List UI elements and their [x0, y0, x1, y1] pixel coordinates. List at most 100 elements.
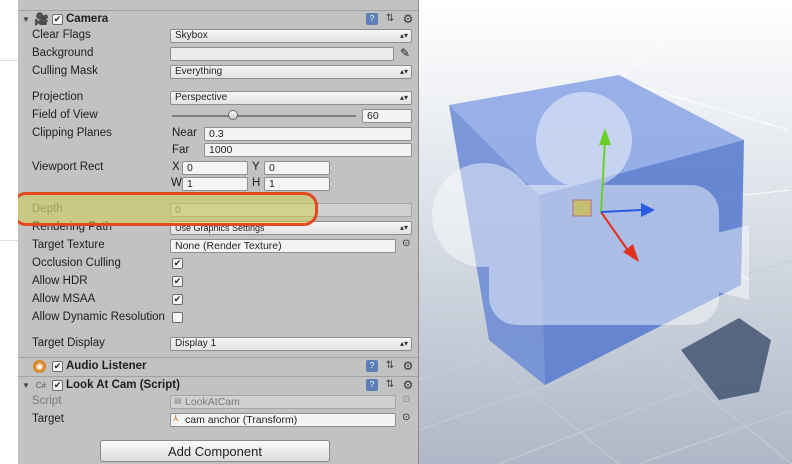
target-display-label: Target Display — [32, 337, 105, 349]
object-picker-icon[interactable]: ⊙ — [402, 238, 410, 249]
script-row: Script LookAtCam ▤ ⊙ — [18, 393, 418, 411]
fov-slider-track[interactable] — [172, 115, 356, 117]
target-texture-label: Target Texture — [32, 239, 105, 251]
dropdown-arrow-icon: ▴▾ — [399, 93, 408, 102]
projection-dropdown[interactable]: Perspective ▴▾ — [170, 91, 412, 105]
target-value: cam anchor (Transform) — [185, 414, 298, 426]
occlusion-culling-checkbox[interactable] — [172, 258, 183, 269]
fov-value-field[interactable]: 60 — [362, 109, 412, 123]
viewport-x-field[interactable]: 0 — [182, 161, 248, 175]
gear-icon[interactable]: ⚙ — [402, 360, 414, 372]
audio-listener-icon: ◉ — [33, 360, 46, 373]
viewport-x-label: X — [172, 161, 180, 173]
target-display-value: Display 1 — [175, 338, 217, 349]
scene-view[interactable] — [419, 0, 792, 464]
dropdown-arrow-icon: ▴▾ — [399, 31, 408, 40]
viewport-w-field[interactable]: 1 — [182, 177, 248, 191]
allow-hdr-label: Allow HDR — [32, 275, 88, 287]
eyedropper-icon[interactable]: ✎ — [400, 46, 410, 60]
reference-book-icon[interactable]: ? — [366, 360, 378, 372]
clear-flags-label: Clear Flags — [32, 29, 91, 41]
viewport-h-field[interactable]: 1 — [264, 177, 330, 191]
look-at-cam-title: Look At Cam (Script) — [66, 379, 180, 391]
rendering-path-value: Use Graphics Settings — [175, 223, 265, 233]
allow-msaa-checkbox[interactable] — [172, 294, 183, 305]
reference-book-icon[interactable]: ? — [366, 379, 378, 391]
far-clip-field[interactable]: 1000 — [204, 143, 412, 157]
gear-icon[interactable]: ⚙ — [402, 379, 414, 391]
occlusion-culling-row: Occlusion Culling — [18, 255, 418, 273]
camera-icon: 🎥 — [34, 12, 49, 26]
clear-flags-value: Skybox — [175, 30, 208, 41]
script-value: LookAtCam — [185, 396, 240, 408]
preset-sliders-icon[interactable]: ⇅ — [384, 13, 396, 25]
clipping-planes-label: Clipping Planes — [32, 127, 112, 139]
target-display-dropdown[interactable]: Display 1 ▴▾ — [170, 337, 412, 351]
object-picker-icon[interactable]: ⊙ — [402, 412, 410, 423]
far-label: Far — [172, 144, 190, 156]
culling-mask-value: Everything — [175, 66, 223, 77]
field-of-view-row: Field of View 60 — [18, 107, 418, 125]
occlusion-culling-label: Occlusion Culling — [32, 257, 121, 269]
field-of-view-label: Field of View — [32, 109, 98, 121]
background-document-strip — [0, 0, 18, 464]
near-label: Near — [172, 127, 197, 139]
audio-listener-enabled-checkbox[interactable] — [52, 361, 63, 372]
script-icon: C# — [35, 381, 47, 390]
dropdown-arrow-icon: ▴▾ — [399, 223, 408, 232]
near-clip-field[interactable]: 0.3 — [204, 127, 412, 141]
culling-mask-row: Culling Mask Everything ▴▾ — [18, 63, 418, 81]
target-row: Target cam anchor (Transform) ⅄ ⊙ — [18, 411, 418, 429]
camera-title: Camera — [66, 13, 109, 25]
allow-hdr-checkbox[interactable] — [172, 276, 183, 287]
background-label: Background — [32, 47, 94, 59]
clear-flags-row: Clear Flags Skybox ▴▾ — [18, 27, 418, 45]
projection-row: Projection Perspective ▴▾ — [18, 89, 418, 107]
divider — [0, 240, 18, 241]
preset-sliders-icon[interactable]: ⇅ — [384, 360, 396, 372]
object-picker-icon: ⊙ — [402, 394, 411, 405]
target-label: Target — [32, 413, 64, 425]
script-label: Script — [32, 395, 62, 407]
target-display-row: Target Display Display 1 ▴▾ — [18, 335, 418, 353]
depth-field[interactable]: 0 — [170, 203, 412, 217]
rendering-path-dropdown[interactable]: Use Graphics Settings ▴▾ — [170, 221, 412, 235]
preset-sliders-icon[interactable]: ⇅ — [384, 379, 396, 391]
gear-icon[interactable]: ⚙ — [402, 13, 414, 25]
viewport-h-label: H — [252, 177, 261, 189]
foldout-triangle-icon[interactable]: ▼ — [22, 15, 30, 24]
inspector-panel: ▼ 🎥 Camera ? ⇅ ⚙ Clear Flags Skybox ▴▾ B… — [18, 0, 419, 464]
transform-icon: ⅄ — [173, 413, 179, 423]
script-field: LookAtCam — [170, 395, 396, 409]
viewport-rect-row: Viewport Rect X 0 Y 0 W 1 H 1 — [18, 159, 418, 193]
reference-book-icon[interactable]: ? — [366, 13, 378, 25]
target-texture-row: Target Texture None (Render Texture) ⊙ — [18, 237, 418, 255]
allow-msaa-label: Allow MSAA — [32, 293, 96, 305]
depth-row: Depth 0 — [18, 201, 418, 219]
dropdown-arrow-icon: ▴▾ — [399, 67, 408, 76]
clear-flags-dropdown[interactable]: Skybox ▴▾ — [170, 29, 412, 43]
viewport-y-field[interactable]: 0 — [264, 161, 330, 175]
target-texture-field[interactable]: None (Render Texture) — [170, 239, 396, 253]
audio-listener-title: Audio Listener — [66, 360, 147, 372]
viewport-rect-label: Viewport Rect — [32, 161, 104, 173]
allow-dynamic-resolution-checkbox[interactable] — [172, 312, 183, 323]
background-row: Background ✎ — [18, 45, 418, 63]
allow-hdr-row: Allow HDR — [18, 273, 418, 291]
viewport-w-label: W — [171, 177, 182, 189]
projection-value: Perspective — [175, 92, 228, 103]
divider — [0, 60, 18, 61]
add-component-button[interactable]: Add Component — [100, 440, 330, 462]
fov-slider-thumb[interactable] — [227, 110, 238, 120]
look-at-cam-enabled-checkbox[interactable] — [52, 380, 63, 391]
background-color-field[interactable] — [170, 47, 394, 61]
camera-enabled-checkbox[interactable] — [52, 14, 63, 25]
depth-label: Depth — [32, 203, 63, 215]
allow-msaa-row: Allow MSAA — [18, 291, 418, 309]
dropdown-arrow-icon: ▴▾ — [399, 339, 408, 348]
audio-listener-header[interactable]: ◉ Audio Listener ? ⇅ ⚙ — [18, 357, 418, 376]
culling-mask-dropdown[interactable]: Everything ▴▾ — [170, 65, 412, 79]
target-field[interactable]: cam anchor (Transform) — [170, 413, 396, 427]
foldout-triangle-icon[interactable]: ▼ — [22, 381, 30, 390]
scene-canvas[interactable] — [419, 0, 792, 464]
